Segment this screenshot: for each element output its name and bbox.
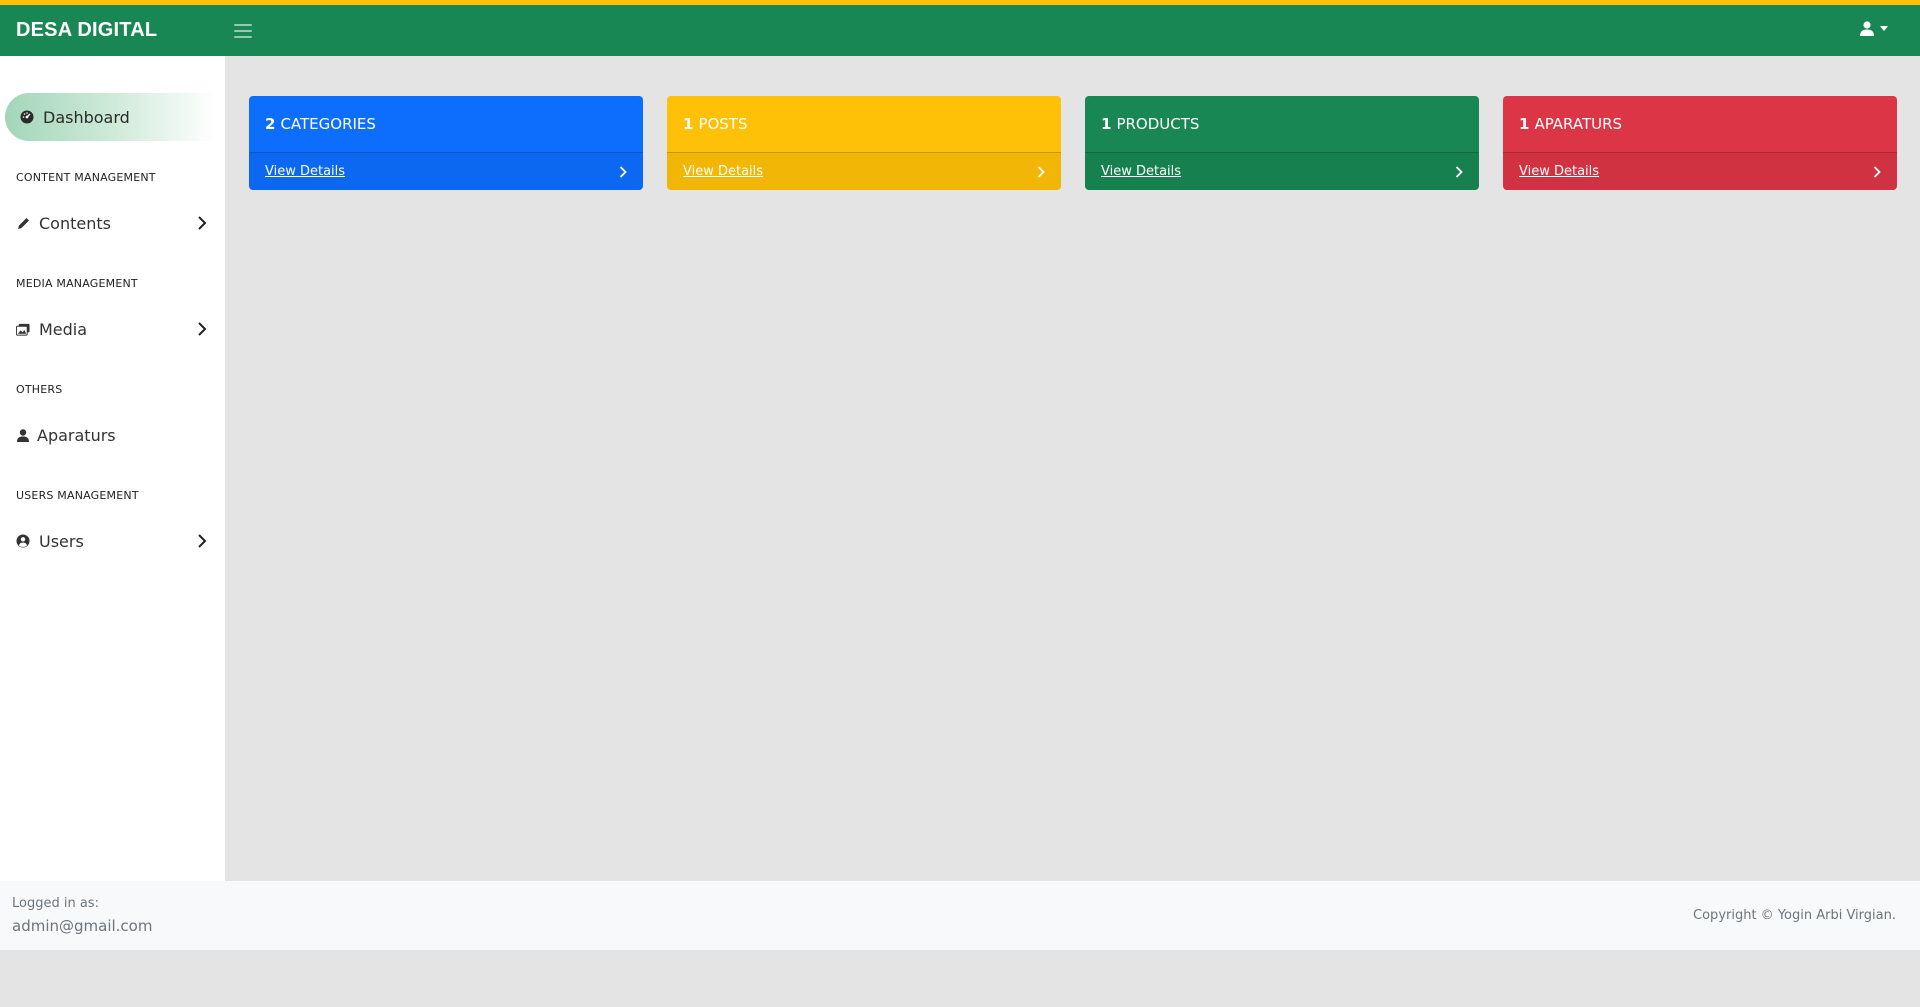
caret-down-icon: [1880, 26, 1888, 31]
user-dropdown[interactable]: [1860, 21, 1888, 36]
chevron-right-icon: [198, 216, 207, 230]
card-footer[interactable]: View Details: [667, 152, 1061, 190]
section-heading-media: MEDIA MANAGEMENT: [16, 277, 138, 290]
chevron-right-icon: [198, 322, 207, 336]
images-icon: [16, 322, 30, 336]
sidebar-item-users[interactable]: Users: [0, 523, 225, 559]
card-count: 2: [265, 115, 276, 133]
card-title: 1 POSTS: [667, 96, 1061, 152]
sidebar-item-media[interactable]: Media: [0, 311, 225, 347]
section-heading-users: USERS MANAGEMENT: [16, 489, 139, 502]
user-circle-icon: [16, 534, 30, 548]
chevron-right-icon: [198, 534, 207, 548]
sidebar: Dashboard CONTENT MANAGEMENT Contents ME…: [0, 56, 225, 881]
logged-in-info: Logged in as: admin@gmail.com: [12, 896, 152, 935]
card-count: 1: [683, 115, 694, 133]
card-categories: 2 CATEGORIES View Details: [249, 96, 643, 190]
card-label: PRODUCTS: [1116, 115, 1200, 133]
card-title: 1 PRODUCTS: [1085, 96, 1479, 152]
sidebar-item-label: Aparaturs: [37, 425, 116, 445]
sidebar-item-aparaturs[interactable]: Aparaturs: [0, 417, 225, 453]
chevron-right-icon: [1873, 165, 1881, 178]
chevron-right-icon: [619, 165, 627, 178]
sidebar-item-label: Media: [39, 319, 88, 339]
user-icon: [1860, 21, 1874, 36]
card-title: 2 CATEGORIES: [249, 96, 643, 152]
card-label: CATEGORIES: [280, 115, 376, 133]
card-products: 1 PRODUCTS View Details: [1085, 96, 1479, 190]
card-footer[interactable]: View Details: [249, 152, 643, 190]
view-details-link[interactable]: View Details: [1519, 164, 1599, 179]
sidebar-item-label: Users: [39, 531, 84, 551]
card-footer[interactable]: View Details: [1503, 152, 1897, 190]
logged-in-email: admin@gmail.com: [12, 917, 153, 935]
sidebar-item-dashboard[interactable]: Dashboard: [5, 93, 215, 141]
pencil-icon: [16, 216, 30, 230]
sidebar-item-label: Contents: [39, 213, 111, 233]
card-posts: 1 POSTS View Details: [667, 96, 1061, 190]
card-count: 1: [1519, 115, 1530, 133]
chevron-right-icon: [1455, 165, 1463, 178]
card-count: 1: [1101, 115, 1112, 133]
view-details-link[interactable]: View Details: [1101, 164, 1181, 179]
dashboard-cards: 2 CATEGORIES View Details 1 POSTS View D…: [249, 96, 1897, 190]
view-details-link[interactable]: View Details: [683, 164, 763, 179]
top-navbar: DESA DIGITAL: [0, 5, 1920, 56]
sidebar-item-label: Dashboard: [43, 107, 130, 127]
user-icon: [16, 428, 30, 442]
copyright-text: Copyright © Yogin Arbi Virgian.: [1693, 908, 1896, 923]
sidebar-item-contents[interactable]: Contents: [0, 205, 225, 241]
card-footer[interactable]: View Details: [1085, 152, 1479, 190]
card-label: APARATURS: [1534, 115, 1623, 133]
footer: Logged in as: admin@gmail.com Copyright …: [0, 881, 1920, 950]
brand-title[interactable]: DESA DIGITAL: [0, 19, 225, 42]
card-title: 1 APARATURS: [1503, 96, 1897, 152]
logged-in-label: Logged in as:: [12, 896, 99, 911]
chevron-right-icon: [1037, 165, 1045, 178]
sidebar-toggle-icon[interactable]: [234, 23, 252, 38]
section-heading-content: CONTENT MANAGEMENT: [16, 171, 156, 184]
card-aparaturs: 1 APARATURS View Details: [1503, 96, 1897, 190]
section-heading-others: OTHERS: [16, 383, 63, 396]
gauge-icon: [20, 110, 34, 124]
view-details-link[interactable]: View Details: [265, 164, 345, 179]
card-label: POSTS: [698, 115, 748, 133]
